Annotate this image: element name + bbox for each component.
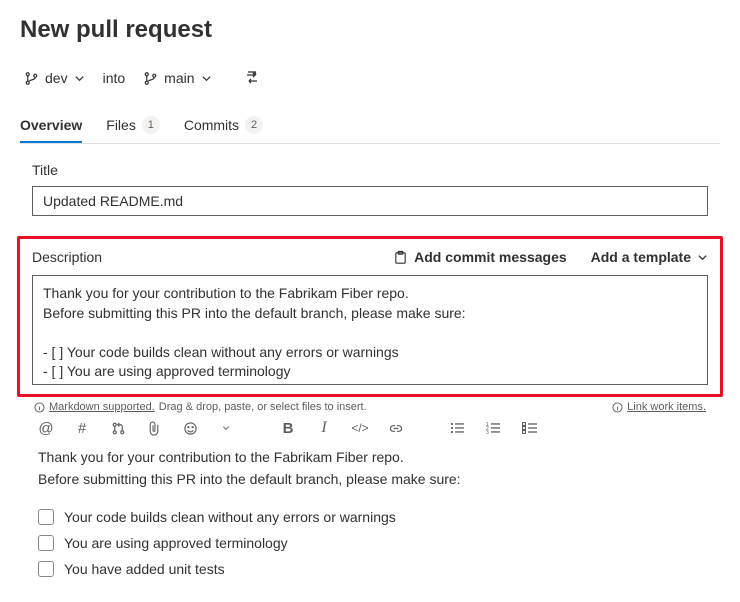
chevron-down-icon bbox=[201, 73, 212, 84]
branch-icon bbox=[24, 71, 39, 86]
checkbox[interactable] bbox=[38, 561, 54, 577]
description-textarea[interactable] bbox=[32, 275, 708, 385]
link-work-items-link[interactable]: Link work items. bbox=[627, 401, 706, 413]
swap-branches-button[interactable] bbox=[242, 68, 262, 88]
tab-files[interactable]: Files 1 bbox=[106, 110, 160, 142]
description-label: Description bbox=[32, 249, 102, 265]
checklist-item: You have added unit tests bbox=[38, 556, 702, 582]
title-label: Title bbox=[32, 162, 708, 178]
target-branch-picker[interactable]: main bbox=[139, 68, 215, 88]
bold-button[interactable]: B bbox=[278, 420, 298, 437]
bullet-list-button[interactable] bbox=[448, 421, 468, 435]
chevron-down-icon bbox=[74, 73, 85, 84]
info-icon bbox=[34, 402, 45, 413]
paste-icon bbox=[393, 250, 408, 265]
description-preview: Thank you for your contribution to the F… bbox=[20, 447, 720, 500]
attach-button[interactable] bbox=[144, 421, 164, 436]
tab-overview[interactable]: Overview bbox=[20, 111, 82, 143]
markdown-toolbar: @ # B I </> 123 bbox=[20, 415, 720, 447]
chevron-down-icon bbox=[697, 252, 708, 263]
tab-files-count: 1 bbox=[142, 116, 160, 134]
emoji-button[interactable] bbox=[180, 421, 200, 436]
hash-button[interactable]: # bbox=[72, 420, 92, 437]
source-branch-picker[interactable]: dev bbox=[20, 68, 89, 88]
svg-text:3: 3 bbox=[486, 430, 489, 435]
branch-compare-row: dev into main bbox=[20, 68, 720, 88]
tab-overview-label: Overview bbox=[20, 117, 82, 133]
preview-line: Thank you for your contribution to the F… bbox=[38, 447, 702, 469]
tab-files-label: Files bbox=[106, 117, 136, 133]
description-section-highlight: Description Add commit messages Add a te… bbox=[17, 236, 723, 397]
target-branch-name: main bbox=[164, 70, 194, 86]
checklist-item-label: Your code builds clean without any error… bbox=[64, 509, 396, 525]
checkbox[interactable] bbox=[38, 535, 54, 551]
add-commit-messages-label: Add commit messages bbox=[414, 249, 567, 265]
branch-icon bbox=[143, 71, 158, 86]
description-hint-row: Markdown supported. Drag & drop, paste, … bbox=[20, 401, 720, 415]
checklist-item-label: You are using approved terminology bbox=[64, 535, 288, 551]
form-area: Title bbox=[20, 144, 720, 222]
numbered-list-button[interactable]: 123 bbox=[484, 421, 504, 435]
markdown-supported-link[interactable]: Markdown supported. bbox=[49, 401, 155, 413]
add-template-label: Add a template bbox=[591, 249, 691, 265]
add-template-button[interactable]: Add a template bbox=[591, 249, 708, 265]
code-button[interactable]: </> bbox=[350, 421, 370, 435]
title-input[interactable] bbox=[32, 186, 708, 216]
tab-commits[interactable]: Commits 2 bbox=[184, 110, 263, 142]
preview-checklist: Your code builds clean without any error… bbox=[20, 500, 720, 590]
emoji-chevron-down-icon[interactable] bbox=[216, 424, 236, 432]
info-icon bbox=[612, 402, 623, 413]
source-branch-name: dev bbox=[45, 70, 68, 86]
add-commit-messages-button[interactable]: Add commit messages bbox=[393, 249, 567, 265]
drag-drop-hint: Drag & drop, paste, or select files to i… bbox=[159, 401, 367, 413]
link-button[interactable] bbox=[386, 421, 406, 436]
tab-commits-label: Commits bbox=[184, 117, 239, 133]
task-list-button[interactable] bbox=[520, 421, 540, 435]
checkbox[interactable] bbox=[38, 509, 54, 525]
checklist-item-label: You have added unit tests bbox=[64, 561, 225, 577]
into-label: into bbox=[103, 70, 126, 86]
preview-line: Before submitting this PR into the defau… bbox=[38, 469, 702, 491]
pr-ref-button[interactable] bbox=[108, 421, 128, 436]
checklist-item: Your code builds clean without any error… bbox=[38, 504, 702, 530]
tabs: Overview Files 1 Commits 2 bbox=[20, 110, 720, 144]
mention-button[interactable]: @ bbox=[36, 420, 56, 437]
checklist-item: You are using approved terminology bbox=[38, 530, 702, 556]
page-title: New pull request bbox=[20, 16, 720, 44]
italic-button[interactable]: I bbox=[314, 419, 334, 437]
tab-commits-count: 2 bbox=[245, 116, 263, 134]
